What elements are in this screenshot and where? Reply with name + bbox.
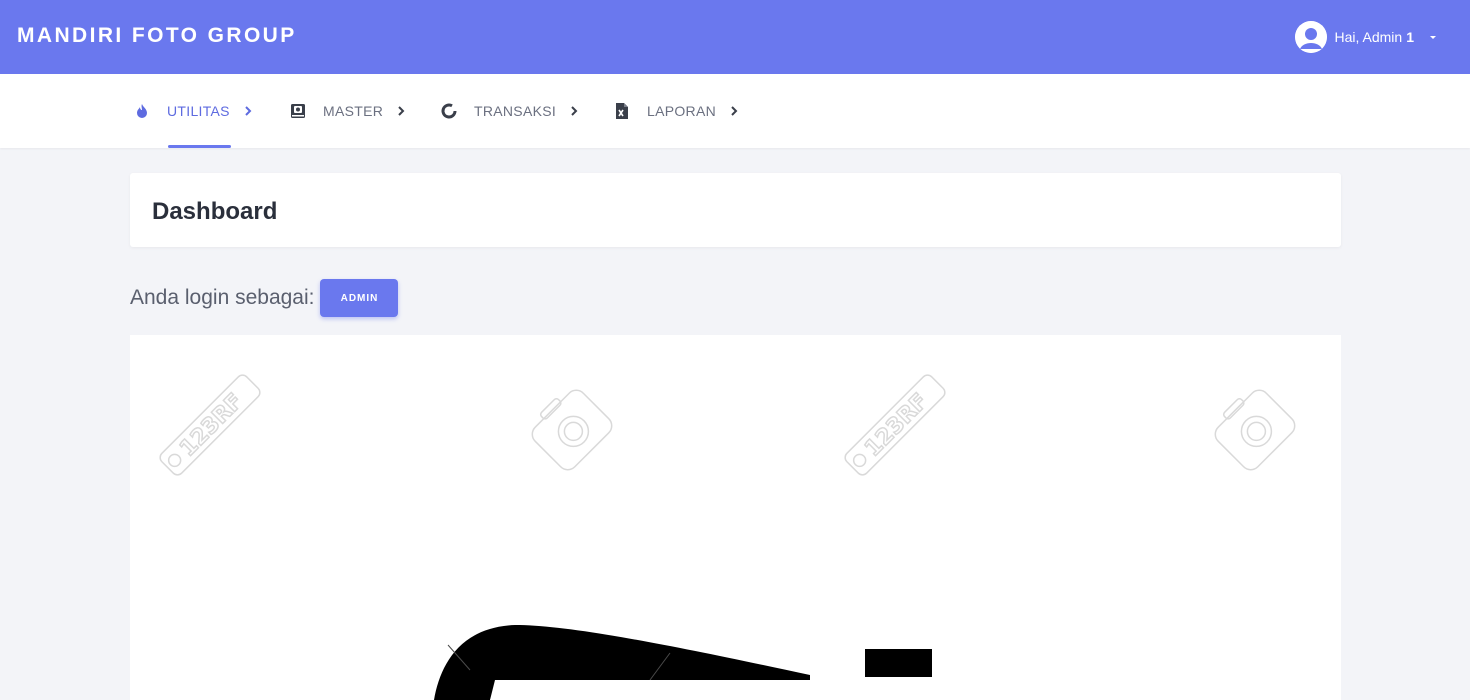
brand-logo-text[interactable]: MANDIRI FOTO GROUP xyxy=(17,24,297,48)
page-title: Dashboard xyxy=(152,198,278,225)
nav-label-utilitas: UTILITAS xyxy=(167,103,230,119)
user-greeting: Hai, Admin 1 xyxy=(1334,29,1415,45)
chevron-right-icon xyxy=(571,106,578,116)
excel-file-icon xyxy=(616,103,628,119)
active-tab-indicator xyxy=(168,145,231,148)
chevron-right-icon xyxy=(398,106,405,116)
illustration-block xyxy=(865,649,932,677)
dashboard-image-card: 123RF 123RF xyxy=(130,335,1341,700)
page-header-card: Dashboard xyxy=(130,173,1341,247)
svg-text:123RF: 123RF xyxy=(860,389,933,462)
spinner-icon xyxy=(441,103,457,119)
login-label: Anda login sebagai: xyxy=(130,286,315,309)
top-bar: MANDIRI FOTO GROUP Hai, Admin 1 xyxy=(0,0,1470,74)
dashboard-image: 123RF 123RF xyxy=(159,374,1296,700)
role-badge-button[interactable]: ADMIN xyxy=(320,279,399,317)
login-info: Anda login sebagai: ADMIN xyxy=(130,279,399,317)
nav-item-utilitas[interactable]: UTILITAS xyxy=(133,74,254,148)
chevron-right-icon xyxy=(245,106,252,116)
nav-label-transaksi: TRANSAKSI xyxy=(474,103,557,119)
caret-down-icon xyxy=(1430,36,1436,39)
book-icon xyxy=(291,104,305,118)
watermark-camera-icon xyxy=(1214,389,1296,471)
watermark-123rf: 123RF xyxy=(159,374,261,476)
watermark-123rf: 123RF xyxy=(844,374,946,476)
nav-item-laporan[interactable]: LAPORAN xyxy=(613,74,740,148)
nav-item-master[interactable]: MASTER xyxy=(289,74,407,148)
user-menu-toggle[interactable]: Hai, Admin 1 xyxy=(1294,21,1439,53)
nav-label-laporan: LAPORAN xyxy=(647,103,717,119)
nav-label-master: MASTER xyxy=(323,103,384,119)
avatar-icon xyxy=(1294,21,1327,53)
chevron-right-icon xyxy=(731,106,738,116)
svg-text:123RF: 123RF xyxy=(175,389,248,462)
nav-item-transaksi[interactable]: TRANSAKSI xyxy=(440,74,580,148)
flame-icon xyxy=(137,104,147,118)
main-navigation: UTILITAS MASTER TRANSAKSI LAPORAN xyxy=(0,74,1470,148)
watermark-camera-icon xyxy=(531,389,613,471)
